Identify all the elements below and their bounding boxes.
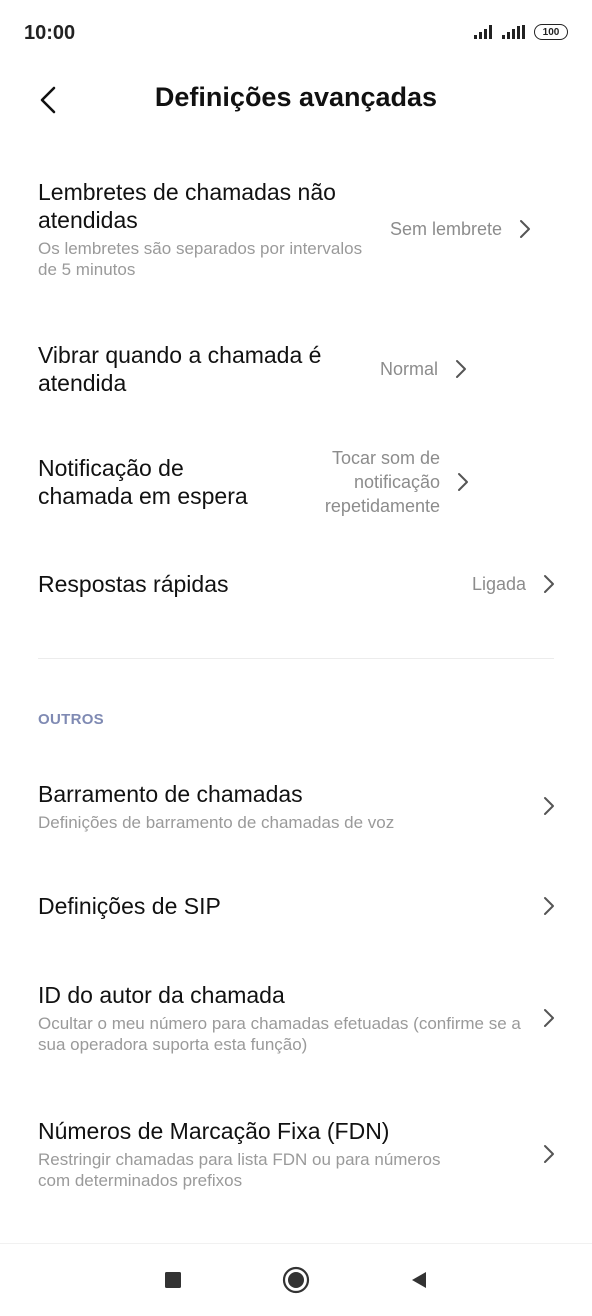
chevron-right-icon	[538, 795, 560, 817]
row-title: Definições de SIP	[38, 893, 221, 919]
circle-icon	[282, 1266, 310, 1294]
signal-icon	[474, 25, 494, 39]
row-title: ID do autor da chamada	[38, 982, 285, 1008]
square-icon	[165, 1272, 181, 1288]
status-bar: 10:00 100	[0, 0, 592, 72]
row-title: Notificação de chamada em espera	[38, 455, 248, 509]
fdn-item[interactable]: Números de Marcação Fixa (FDN) Restringi…	[38, 1112, 560, 1196]
row-subtitle: Os lembretes são separados por intervalo…	[38, 239, 363, 279]
row-value: Ligada	[471, 574, 526, 594]
row-title: Respostas rápidas	[38, 571, 229, 597]
header: Definições avançadas	[0, 72, 592, 128]
chevron-right-icon	[538, 1007, 560, 1029]
missed-call-reminders-item[interactable]: Lembretes de chamadas não atendidas Os l…	[38, 174, 560, 284]
row-subtitle: Definições de barramento de chamadas de …	[38, 812, 395, 832]
signal-icon	[502, 25, 526, 39]
divider	[38, 658, 554, 659]
triangle-left-icon	[412, 1272, 426, 1288]
chevron-right-icon	[450, 358, 472, 380]
row-title: Barramento de chamadas	[38, 780, 303, 807]
row-subtitle: Ocultar o meu número para chamadas efetu…	[38, 1014, 521, 1054]
navigation-bar	[0, 1243, 592, 1316]
row-title: Vibrar quando a chamada é atendida	[38, 342, 322, 396]
sip-settings-item[interactable]: Definições de SIP	[38, 888, 560, 924]
recents-button[interactable]	[155, 1262, 191, 1298]
call-waiting-notification-item[interactable]: Notificação de chamada em espera Tocar s…	[38, 446, 560, 518]
call-barring-item[interactable]: Barramento de chamadas Definições de bar…	[38, 776, 560, 836]
section-header-others: OUTROS	[38, 711, 104, 728]
caller-id-item[interactable]: ID do autor da chamada Ocultar o meu núm…	[38, 976, 560, 1060]
back-nav-button[interactable]	[401, 1262, 437, 1298]
chevron-right-icon	[538, 895, 560, 917]
chevron-right-icon	[538, 1143, 560, 1165]
vibrate-on-answer-item[interactable]: Vibrar quando a chamada é atendida Norma…	[38, 340, 560, 398]
chevron-right-icon	[452, 471, 474, 493]
page-title: Definições avançadas	[154, 82, 438, 112]
home-button[interactable]	[278, 1262, 314, 1298]
status-icons: 100	[474, 24, 568, 40]
row-value: Sem lembrete	[390, 219, 503, 239]
quick-responses-item[interactable]: Respostas rápidas Ligada	[38, 566, 560, 602]
row-value: Normal	[380, 359, 439, 379]
chevron-right-icon	[538, 573, 560, 595]
chevron-right-icon	[514, 218, 536, 240]
row-subtitle: Restringir chamadas para lista FDN ou pa…	[38, 1150, 441, 1190]
row-title: Lembretes de chamadas não atendidas	[38, 179, 336, 233]
row-value: Tocar som de notificação repetidamente	[324, 448, 440, 516]
battery-icon: 100	[534, 24, 568, 40]
row-title: Números de Marcação Fixa (FDN)	[38, 1118, 390, 1144]
status-time: 10:00	[24, 22, 76, 44]
